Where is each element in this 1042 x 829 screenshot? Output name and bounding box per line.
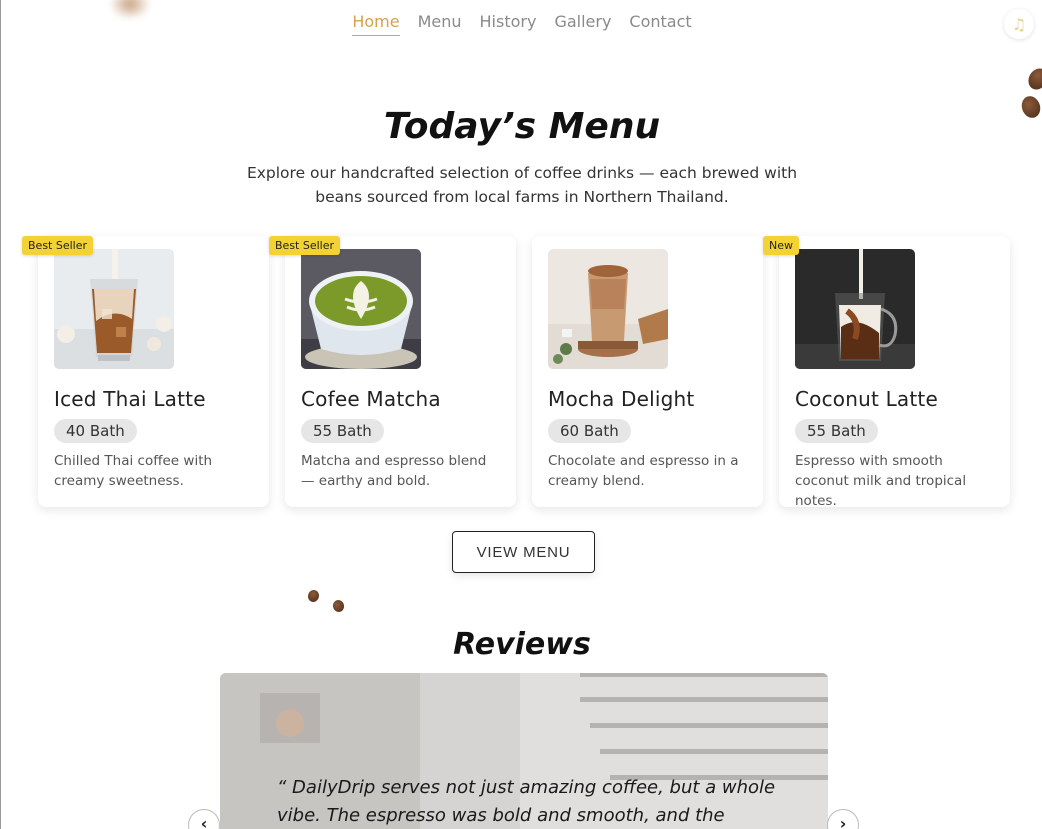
card-name: Mocha Delight: [548, 387, 695, 411]
coconut-latte-photo: [795, 249, 915, 369]
chevron-left-icon: ‹: [200, 814, 208, 829]
card-price: 55 Bath: [795, 419, 878, 443]
review-next-button[interactable]: ›: [827, 809, 859, 829]
main-nav: Home Menu History Gallery Contact: [1, 12, 1042, 36]
mocha-delight-photo: [548, 249, 668, 369]
card-name: Cofee Matcha: [301, 387, 441, 411]
card-name: Coconut Latte: [795, 387, 938, 411]
nav-home[interactable]: Home: [352, 12, 400, 36]
coffee-bean-decoration: [1024, 64, 1042, 94]
card-badge: New: [763, 236, 799, 255]
card-badge: Best Seller: [269, 236, 341, 255]
coffee-bean-decoration: [331, 598, 346, 614]
nav-gallery[interactable]: Gallery: [554, 12, 611, 36]
card-description: Chocolate and espresso in a creamy blend…: [548, 453, 739, 489]
menu-card-coconut-latte[interactable]: New Coconut Latte 55 Bath Espresso with …: [763, 236, 1010, 509]
card-name: Iced Thai Latte: [54, 387, 206, 411]
menu-card-iced-thai-latte[interactable]: Best Seller Iced Thai Latte 40 Bath Chil…: [22, 236, 269, 507]
menu-description: Explore our handcrafted selection of cof…: [246, 164, 798, 206]
review-prev-button[interactable]: ‹: [188, 809, 220, 829]
nav-menu[interactable]: Menu: [418, 12, 462, 36]
card-price: 55 Bath: [301, 419, 384, 443]
cofee-matcha-photo: [301, 249, 421, 369]
card-badge: Best Seller: [22, 236, 94, 255]
nav-history[interactable]: History: [480, 12, 537, 36]
reviews-title: Reviews: [453, 627, 591, 662]
coffee-bean-decoration: [306, 588, 321, 604]
card-description: Espresso with smooth coconut milk and tr…: [795, 453, 967, 509]
card-price: 40 Bath: [54, 419, 137, 443]
music-toggle-button[interactable]: ♫: [1004, 9, 1034, 39]
view-menu-button[interactable]: VIEW MENU: [452, 531, 595, 573]
nav-contact[interactable]: Contact: [629, 12, 691, 36]
card-price: 60 Bath: [548, 419, 631, 443]
iced-thai-latte-photo: [54, 249, 174, 369]
chevron-right-icon: ›: [839, 814, 847, 829]
menu-card-cofee-matcha[interactable]: Best Seller Cofee Matcha 55 Bath Matcha …: [269, 236, 516, 507]
card-description: Chilled Thai coffee with creamy sweetnes…: [54, 453, 213, 489]
review-card: “ DailyDrip serves not just amazing coff…: [220, 673, 828, 829]
card-description: Matcha and espresso blend — earthy and b…: [301, 453, 487, 489]
menu-cards: Best Seller Iced Thai Latte 40 Bath Chil…: [22, 236, 1010, 509]
menu-card-mocha-delight[interactable]: Mocha Delight 60 Bath Chocolate and espr…: [532, 236, 763, 507]
menu-title: Today’s Menu: [383, 106, 661, 147]
music-note-icon: ♫: [1011, 14, 1027, 34]
review-quote: “ DailyDrip serves not just amazing coff…: [277, 777, 776, 826]
